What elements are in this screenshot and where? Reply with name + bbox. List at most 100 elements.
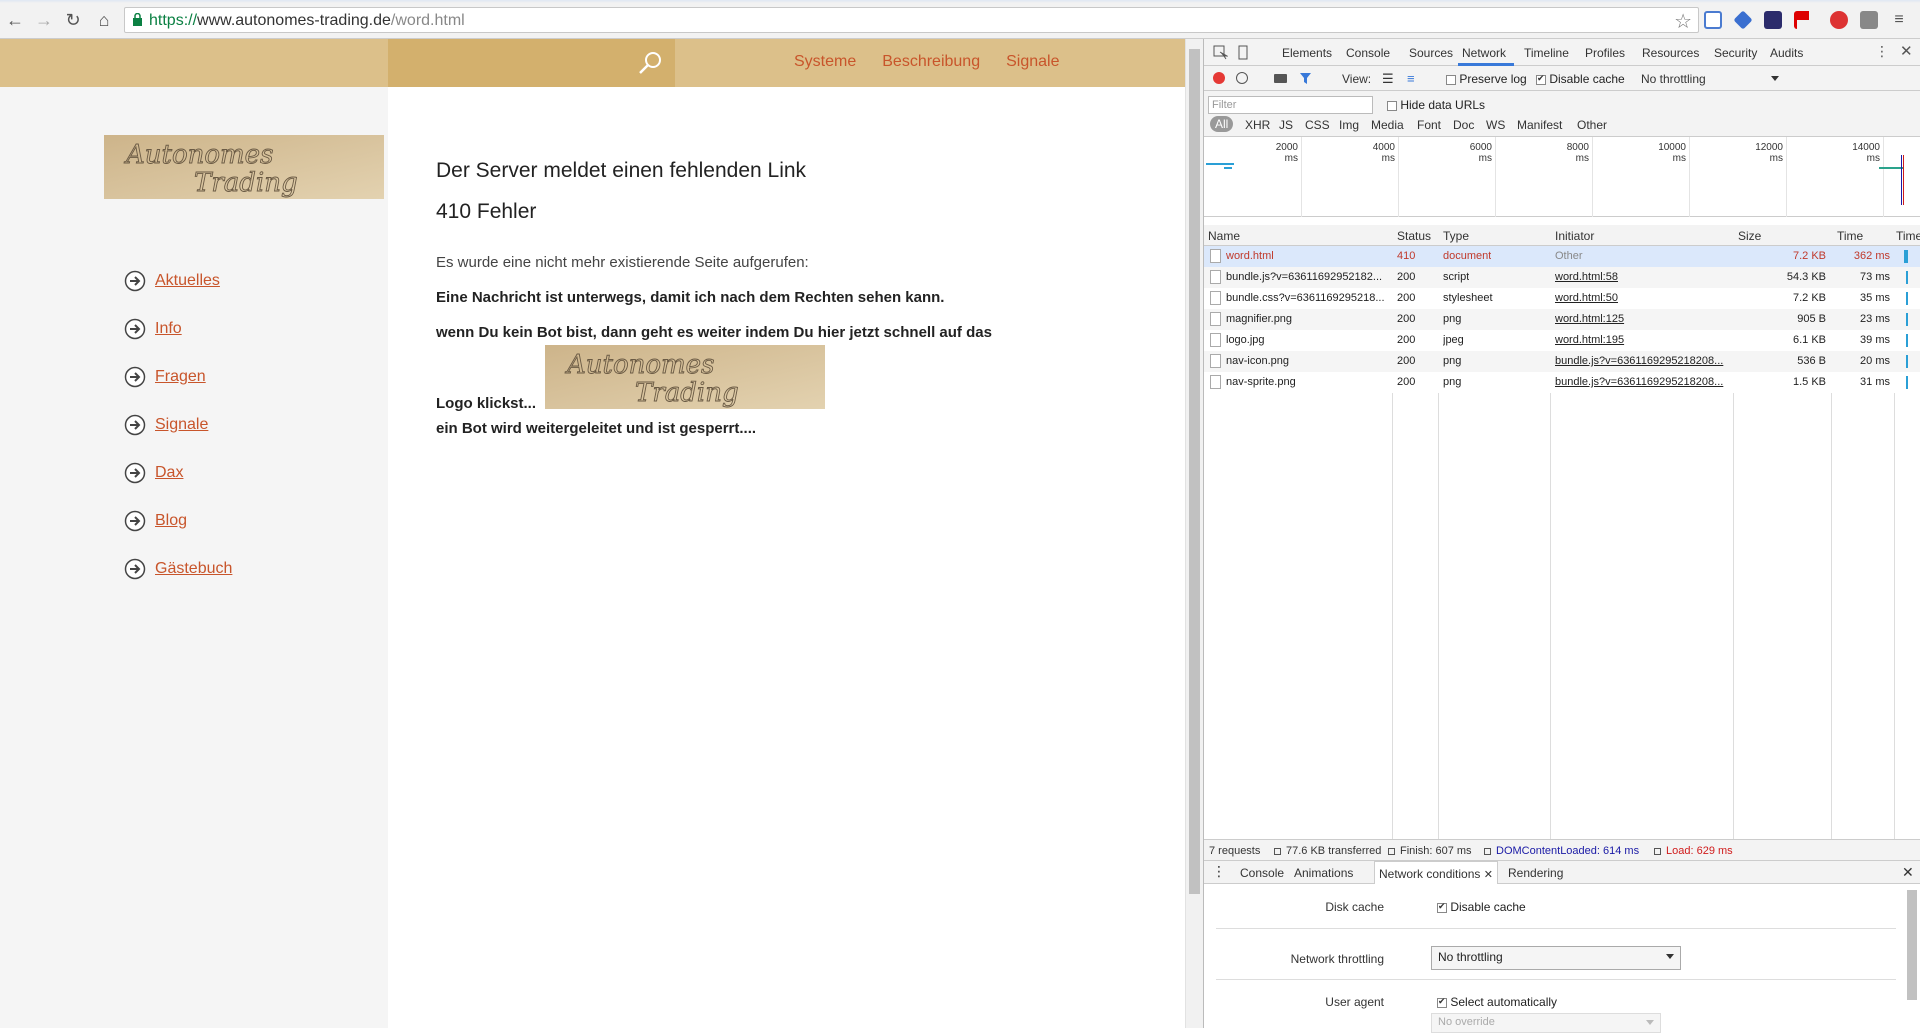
drawer-tab-network-conditions[interactable]: Network conditions ✕ xyxy=(1374,861,1498,884)
tab-console[interactable]: Console xyxy=(1346,46,1390,60)
device-mode-icon[interactable] xyxy=(1236,45,1250,60)
home-icon[interactable]: ⌂ xyxy=(93,9,115,31)
inline-logo-link[interactable]: Autonomes Trading xyxy=(545,345,825,409)
column-name[interactable]: Name xyxy=(1208,229,1240,243)
table-row[interactable]: bundle.js?v=63611692952182... 200 script… xyxy=(1204,267,1920,288)
overview-icon[interactable]: ≡ xyxy=(1407,72,1415,85)
filter-type-font[interactable]: Font xyxy=(1417,118,1441,132)
extension-icon[interactable] xyxy=(1704,11,1722,29)
site-search-button[interactable] xyxy=(388,39,675,87)
reload-icon[interactable]: ↻ xyxy=(62,9,84,31)
sidebar-item-aktuelles[interactable]: Aktuelles xyxy=(124,257,232,305)
extension-diamond-icon[interactable] xyxy=(1733,10,1753,30)
sidebar-item-label[interactable]: Dax xyxy=(155,464,183,482)
record-icon[interactable] xyxy=(1213,72,1225,84)
request-initiator[interactable]: bundle.js?v=6361169295218208... xyxy=(1555,355,1728,367)
throttling-select[interactable]: No throttling xyxy=(1641,72,1706,86)
table-row[interactable]: nav-icon.png 200 png bundle.js?v=6361169… xyxy=(1204,351,1920,372)
disk-cache-checkbox[interactable]: Disable cache xyxy=(1437,900,1526,914)
table-row[interactable]: bundle.css?v=6361169295218... 200 styles… xyxy=(1204,288,1920,309)
tab-audits[interactable]: Audits xyxy=(1770,46,1803,60)
sidebar-item-info[interactable]: Info xyxy=(124,305,232,353)
column-initiator[interactable]: Initiator xyxy=(1555,229,1594,243)
forward-icon[interactable]: → xyxy=(33,9,55,31)
topnav-beschreibung[interactable]: Beschreibung xyxy=(882,53,980,71)
filter-type-js[interactable]: JS xyxy=(1279,118,1293,132)
column-time[interactable]: Time xyxy=(1837,229,1863,243)
filter-type-all[interactable]: All xyxy=(1210,116,1234,132)
large-rows-icon[interactable]: ☰ xyxy=(1382,72,1394,85)
sidebar-item-label[interactable]: Info xyxy=(155,320,182,338)
capture-screenshots-icon[interactable] xyxy=(1274,74,1287,83)
disable-cache-checkbox[interactable]: Disable cache xyxy=(1536,72,1625,86)
filter-input[interactable]: Filter xyxy=(1208,96,1373,114)
extension-dark-icon[interactable] xyxy=(1764,11,1782,29)
back-icon[interactable]: ← xyxy=(4,9,26,31)
sidebar-item-label[interactable]: Aktuelles xyxy=(155,272,220,290)
filter-type-css[interactable]: CSS xyxy=(1305,118,1330,132)
more-options-icon[interactable]: ⋮ xyxy=(1875,43,1889,60)
drawer-tab-console[interactable]: Console xyxy=(1240,866,1284,880)
request-initiator[interactable]: bundle.js?v=6361169295218208... xyxy=(1555,376,1728,388)
column-status[interactable]: Status xyxy=(1397,229,1431,243)
extension-grey-icon[interactable] xyxy=(1860,11,1878,29)
preserve-log-checkbox[interactable]: Preserve log xyxy=(1446,72,1527,86)
drawer-menu-icon[interactable]: ⋮ xyxy=(1212,863,1226,880)
tab-timeline[interactable]: Timeline xyxy=(1524,46,1569,60)
filter-type-doc[interactable]: Doc xyxy=(1453,118,1474,132)
bookmark-star-icon[interactable]: ☆ xyxy=(1674,9,1692,34)
filter-type-media[interactable]: Media xyxy=(1371,118,1404,132)
menu-icon[interactable]: ≡ xyxy=(1888,9,1910,31)
filter-type-img[interactable]: Img xyxy=(1339,118,1359,132)
table-row[interactable]: logo.jpg 200 jpeg word.html:195 6.1 KB 3… xyxy=(1204,330,1920,351)
drawer-tab-rendering[interactable]: Rendering xyxy=(1508,866,1563,880)
site-logo[interactable]: Autonomes Trading xyxy=(104,135,384,199)
address-bar[interactable]: https://www.autonomes-trading.de/word.ht… xyxy=(124,7,1699,33)
tab-elements[interactable]: Elements xyxy=(1282,46,1332,60)
request-initiator[interactable]: word.html:125 xyxy=(1555,313,1728,325)
sidebar-item-label[interactable]: Signale xyxy=(155,416,208,434)
tab-network[interactable]: Network xyxy=(1462,46,1506,60)
sidebar-item-label[interactable]: Gästebuch xyxy=(155,560,232,578)
page-scrollbar[interactable] xyxy=(1185,39,1203,1028)
topnav-systeme[interactable]: Systeme xyxy=(794,53,856,71)
request-initiator[interactable]: word.html:195 xyxy=(1555,334,1728,346)
close-drawer-icon[interactable]: ✕ xyxy=(1902,864,1914,881)
drawer-tab-animations[interactable]: Animations xyxy=(1294,866,1353,880)
request-initiator[interactable]: word.html:58 xyxy=(1555,271,1728,283)
user-agent-auto-checkbox[interactable]: Select automatically xyxy=(1437,995,1557,1009)
filter-type-manifest[interactable]: Manifest xyxy=(1517,118,1562,132)
sidebar-item-dax[interactable]: Dax xyxy=(124,449,232,497)
close-devtools-icon[interactable]: ✕ xyxy=(1900,42,1913,60)
tab-sources[interactable]: Sources xyxy=(1409,46,1453,60)
tab-security[interactable]: Security xyxy=(1714,46,1757,60)
hide-data-urls-checkbox[interactable]: Hide data URLs xyxy=(1387,98,1485,112)
table-row[interactable]: nav-sprite.png 200 png bundle.js?v=63611… xyxy=(1204,372,1920,393)
sidebar-item-label[interactable]: Blog xyxy=(155,512,187,530)
tab-profiles[interactable]: Profiles xyxy=(1585,46,1625,60)
topnav-signale[interactable]: Signale xyxy=(1006,53,1059,71)
column-timeline[interactable]: Timeline xyxy=(1896,229,1920,243)
inspect-element-icon[interactable] xyxy=(1213,45,1228,60)
table-row[interactable]: word.html 410 document Other 7.2 KB 362 … xyxy=(1204,246,1920,267)
column-size[interactable]: Size xyxy=(1738,229,1761,243)
column-type[interactable]: Type xyxy=(1443,229,1469,243)
filter-type-other[interactable]: Other xyxy=(1577,118,1607,132)
table-row[interactable]: magnifier.png 200 png word.html:125 905 … xyxy=(1204,309,1920,330)
clear-icon[interactable] xyxy=(1236,72,1248,84)
sidebar-item-fragen[interactable]: Fragen xyxy=(124,353,232,401)
flag-icon[interactable] xyxy=(1794,11,1812,29)
tab-resources[interactable]: Resources xyxy=(1642,46,1699,60)
filter-type-ws[interactable]: WS xyxy=(1486,118,1505,132)
sidebar-item-signale[interactable]: Signale xyxy=(124,401,232,449)
sidebar-item-blog[interactable]: Blog xyxy=(124,497,232,545)
drawer-scrollbar[interactable] xyxy=(1907,890,1917,1000)
filter-type-xhr[interactable]: XHR xyxy=(1245,118,1270,132)
sidebar-item-gaestebuch[interactable]: Gästebuch xyxy=(124,545,232,593)
request-initiator[interactable]: word.html:50 xyxy=(1555,292,1728,304)
download-icon[interactable] xyxy=(1830,11,1848,29)
chevron-down-icon[interactable] xyxy=(1771,76,1779,81)
close-tab-icon[interactable]: ✕ xyxy=(1484,869,1493,881)
filter-icon[interactable] xyxy=(1299,72,1312,85)
network-overview[interactable]: 2000 ms 4000 ms 6000 ms 8000 ms 10000 ms… xyxy=(1204,137,1920,217)
